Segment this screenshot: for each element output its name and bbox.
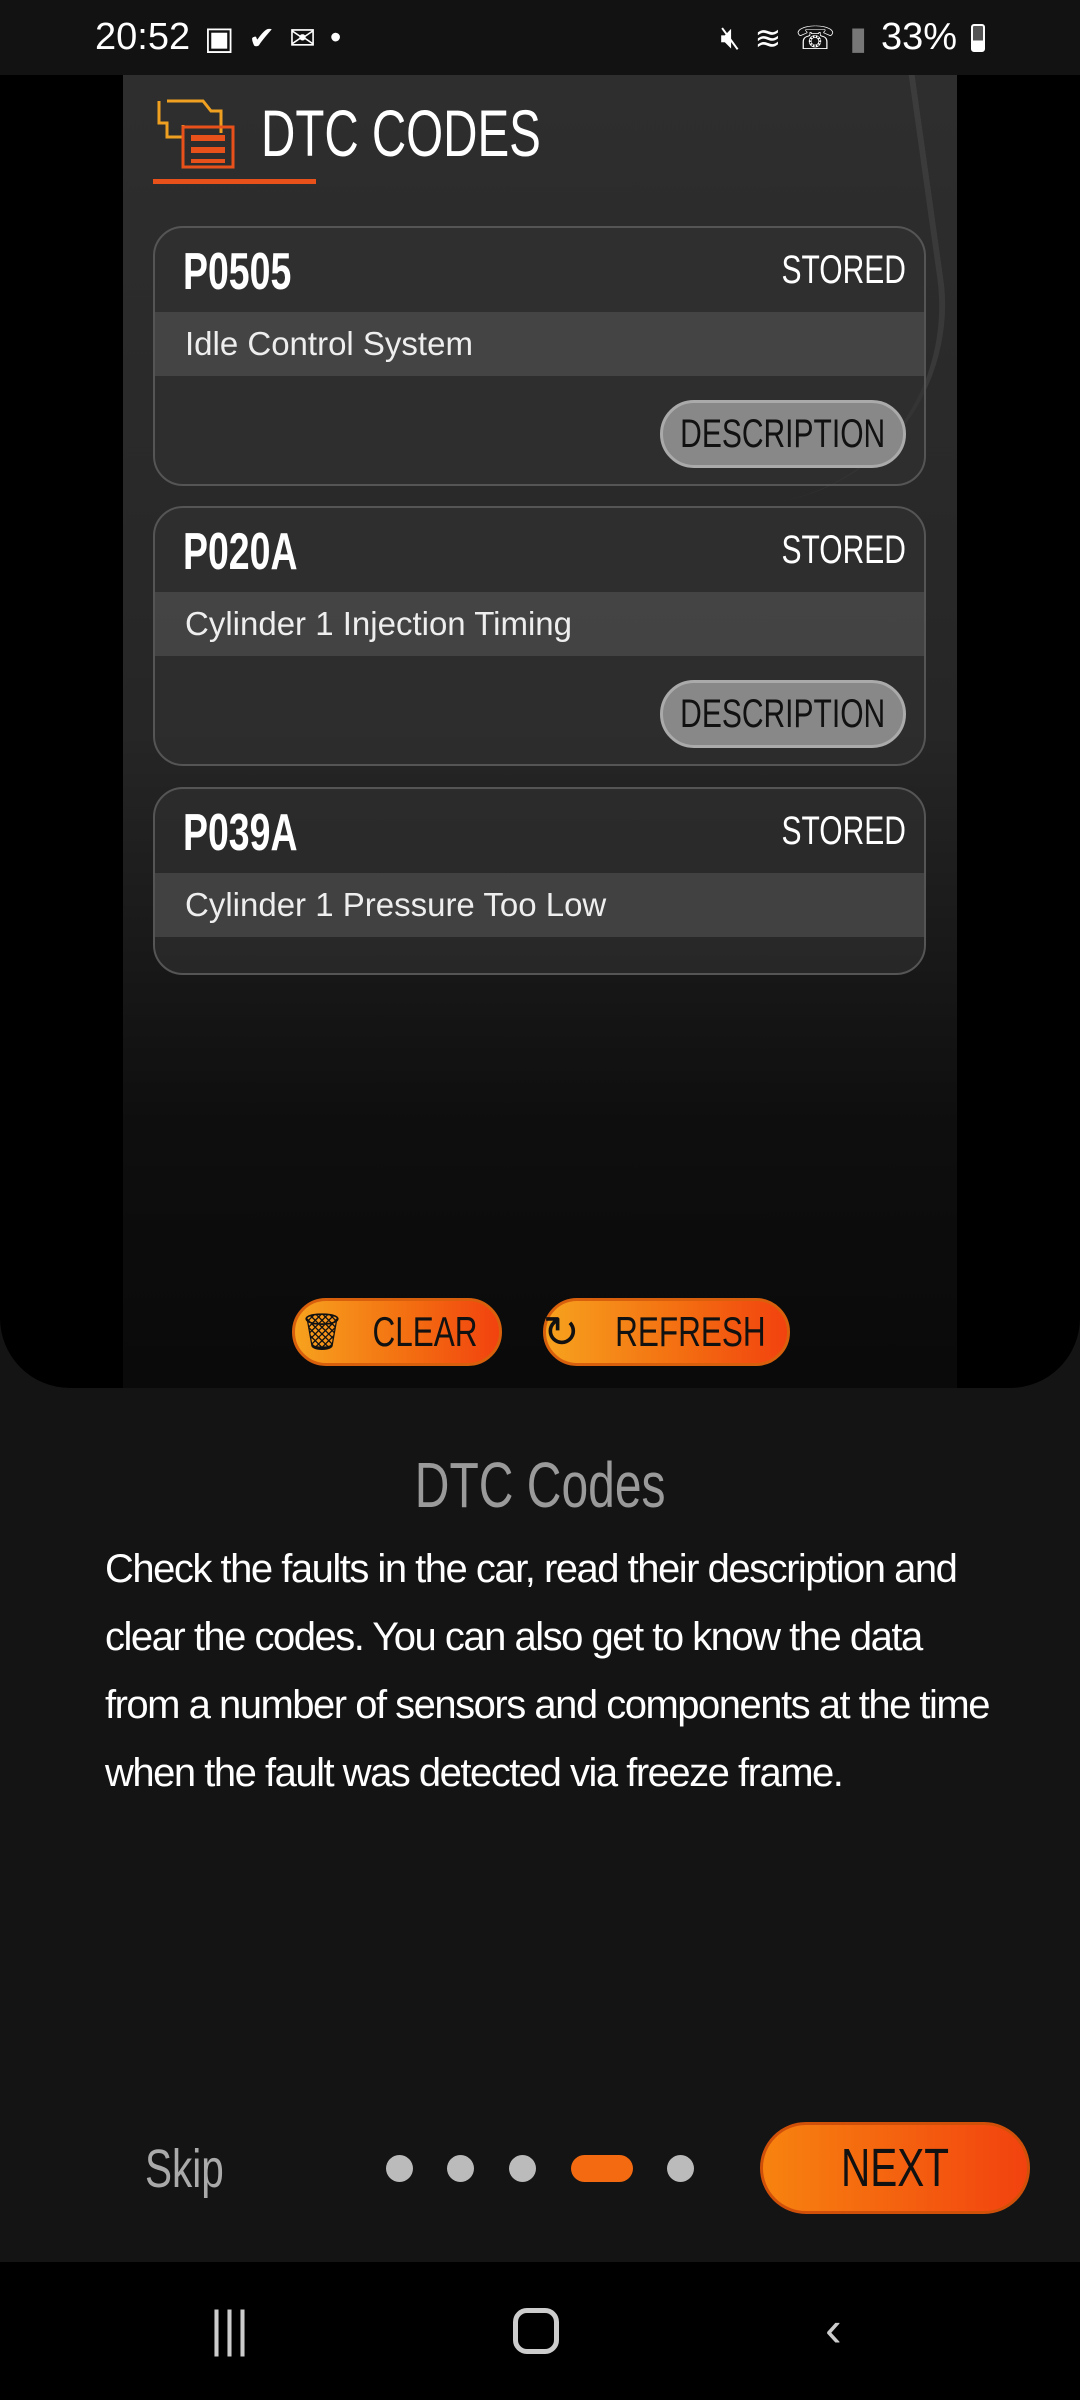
app-preview: DTC CODES P0505 STORED Idle Control Syst…	[123, 75, 957, 1388]
next-button[interactable]: NEXT	[760, 2122, 1030, 2214]
dtc-description: Idle Control System	[155, 312, 924, 376]
dtc-description: Cylinder 1 Pressure Too Low	[155, 873, 924, 937]
engine-check-icon	[157, 99, 235, 169]
dtc-card: P020A STORED Cylinder 1 Injection Timing…	[153, 506, 926, 766]
trash-icon: 🗑︎	[299, 1311, 345, 1352]
page-dot[interactable]	[509, 2155, 536, 2182]
recent-apps-icon[interactable]: |||	[210, 2300, 249, 2358]
navigation-bar: ||| ‹	[0, 2262, 1080, 2400]
battery-icon	[971, 23, 985, 52]
description-button[interactable]: DESCRIPTION	[660, 400, 906, 468]
onboarding-title: DTC Codes	[414, 1449, 666, 1521]
page-dot[interactable]	[386, 2155, 413, 2182]
home-icon[interactable]	[513, 2308, 559, 2354]
signal-icon: ▮	[849, 19, 867, 56]
task-icon: ✔	[248, 19, 276, 56]
dtc-code: P0505	[183, 243, 292, 301]
title-underline	[153, 179, 316, 184]
page-dot-active[interactable]	[571, 2155, 633, 2182]
dtc-status: STORED	[781, 528, 906, 572]
dtc-description: Cylinder 1 Injection Timing	[155, 592, 924, 656]
clear-button[interactable]: 🗑︎ CLEAR	[292, 1298, 502, 1366]
screen-title: DTC CODES	[261, 96, 541, 170]
dtc-status: STORED	[781, 248, 906, 292]
dtc-status: STORED	[781, 809, 906, 853]
wifi-calling-icon: ☏	[795, 19, 836, 56]
mail-icon: ✉	[289, 19, 316, 56]
wifi-icon: ≋	[754, 19, 782, 56]
gallery-icon: ▣	[204, 19, 235, 56]
mute-icon: 🔇︎	[720, 18, 741, 55]
dot-icon: •	[329, 19, 342, 55]
dtc-code: P039A	[183, 804, 298, 862]
status-bar: 20:52 ▣ ✔ ✉ • 🔇︎ ≋ ☏ ▮ 33%	[0, 0, 1080, 75]
dtc-card: P039A STORED Cylinder 1 Pressure Too Low	[153, 787, 926, 975]
skip-button[interactable]: Skip	[145, 2138, 224, 2200]
onboarding-text: Check the faults in the car, read their …	[105, 1547, 991, 1795]
battery-level: 33%	[880, 16, 957, 58]
page-dot[interactable]	[447, 2155, 474, 2182]
back-icon[interactable]: ‹	[825, 2300, 842, 2358]
refresh-icon: ↻	[542, 1307, 580, 1357]
description-button[interactable]: DESCRIPTION	[660, 680, 906, 748]
clock: 20:52	[95, 16, 191, 58]
dtc-card: P0505 STORED Idle Control System DESCRIP…	[153, 226, 926, 486]
page-dot[interactable]	[667, 2155, 694, 2182]
dtc-code: P020A	[183, 523, 298, 581]
refresh-button[interactable]: ↻ REFRESH	[543, 1298, 790, 1366]
